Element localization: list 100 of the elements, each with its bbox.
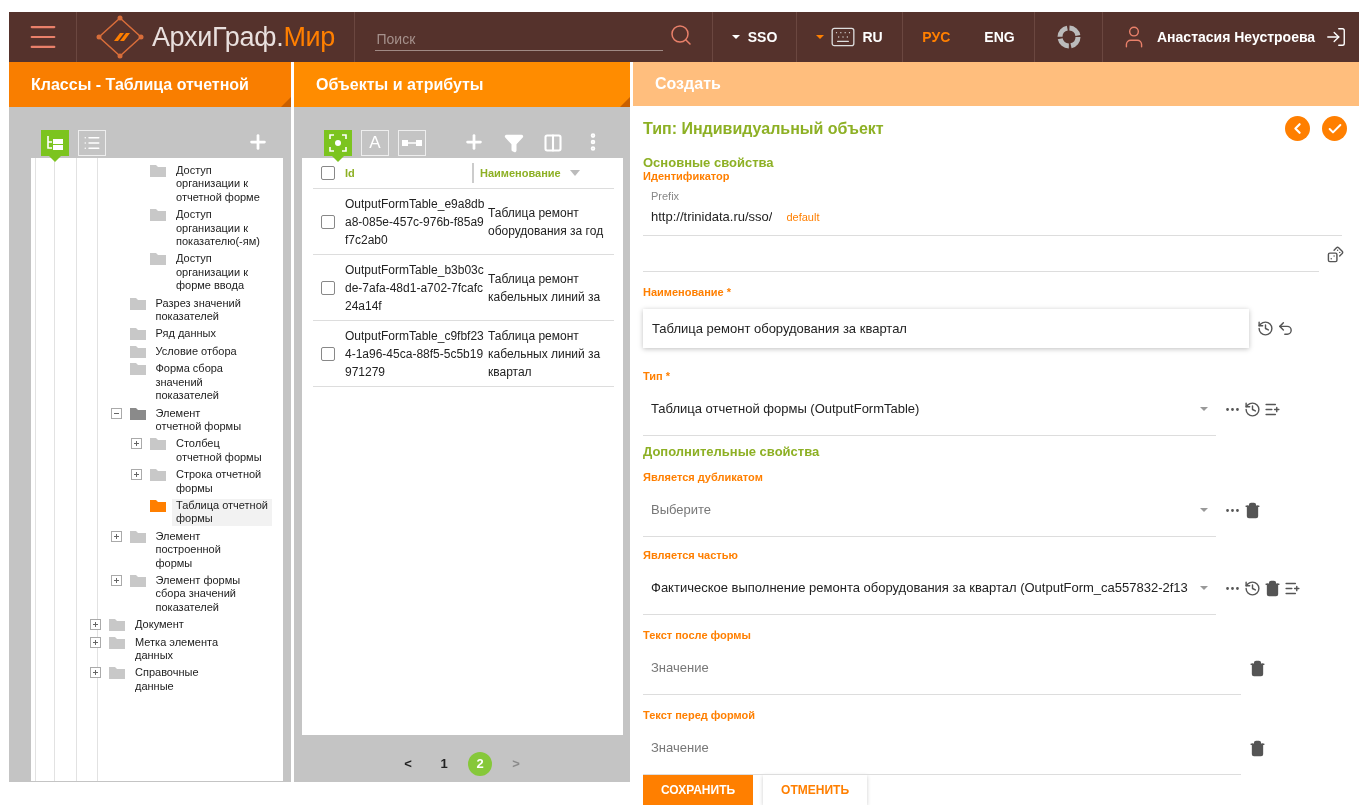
tree-item[interactable]: Доступ организации к форме ввода [172, 252, 272, 293]
floating-label: Prefix [651, 190, 681, 202]
row-checkbox[interactable] [321, 214, 335, 229]
folder-icon [129, 344, 146, 358]
logo-icon [95, 15, 144, 59]
tree-item[interactable]: Доступ организации к показателю(-ям) [172, 208, 272, 249]
tree-item[interactable]: Форма сбора значений показателей [151, 362, 252, 403]
tree-item[interactable]: Элемент формы сбора значений показателей [151, 573, 252, 615]
field-value: http://trinidata.ru/sso/ [651, 209, 773, 224]
expand-icon[interactable] [110, 574, 122, 586]
field-label: Тип * [643, 370, 672, 382]
search-field[interactable]: Поиск [374, 31, 663, 51]
folder-icon [129, 362, 146, 376]
field-label: Является дубликатом [643, 471, 764, 483]
repository-dropdown[interactable]: SSO [731, 29, 778, 45]
tree-item[interactable]: Документ [131, 618, 231, 632]
tree-item[interactable]: Метка элемента данных [131, 635, 231, 663]
brand-name: АрхиГраф.Мир [151, 21, 336, 53]
folder-icon [150, 164, 166, 177]
tree-item[interactable]: Строка отчетной формы [172, 468, 272, 495]
folder-icon [109, 635, 125, 649]
tree-item[interactable]: Доступ организации к отчетной форме [172, 164, 272, 205]
folder-icon [150, 468, 166, 482]
expand-icon[interactable] [131, 469, 142, 481]
tree-icon [46, 135, 64, 151]
table-cell-text: OutputFormTable_e9a8dba8-085e-457c-976b-f85a9f7c2ab0 [345, 195, 485, 249]
field-value: Таблица отчетной формы (OutputFormTable) [651, 401, 920, 416]
folder-icon [150, 208, 166, 222]
folder-icon [129, 296, 146, 310]
tree-item[interactable]: Элемент построенной формы [151, 529, 252, 570]
table-cell-text: OutputFormTable_c9fbf234-1a96-45ca-88f5-5c5b19971279 [345, 327, 485, 381]
field-value: Таблица ремонт оборудования за квартал [652, 320, 907, 336]
select-field[interactable]: Выберите [643, 483, 1216, 537]
list-icon [83, 134, 101, 152]
table-cell-text: Таблица ремонт кабельных линий за квартал [488, 327, 602, 381]
input-field[interactable]: Значение [643, 641, 1241, 695]
search-icon[interactable] [668, 23, 693, 47]
form-heading: Тип: Индивидуальный объект [643, 119, 884, 138]
folder-icon [129, 529, 146, 543]
user-name: Анастасия Неустроева [1157, 29, 1316, 45]
folder-icon [150, 252, 166, 266]
folder-icon [109, 618, 125, 632]
field-placeholder: Значение [651, 740, 709, 755]
tree-item[interactable]: Ряд данных [151, 327, 252, 341]
field-label: Наименование * [643, 286, 733, 298]
row-checkbox[interactable] [321, 346, 335, 361]
tree-item[interactable]: Справочные данные [131, 666, 231, 694]
default-tag: default [786, 210, 820, 223]
expand-icon[interactable] [90, 619, 101, 631]
expand-icon[interactable] [131, 438, 142, 450]
section-title: Основные свойства [643, 155, 775, 170]
loader-icon [1056, 25, 1081, 49]
panel-title: Создать [655, 75, 721, 93]
row-checkbox[interactable] [321, 280, 335, 295]
folder-icon [150, 437, 166, 451]
previous-page-button[interactable]: < [396, 751, 420, 776]
field-placeholder: Выберите [651, 502, 712, 517]
confirm-button[interactable] [1322, 116, 1347, 141]
history-icon[interactable] [1244, 579, 1261, 597]
history-icon[interactable] [1244, 400, 1261, 418]
collapse-icon[interactable] [110, 407, 122, 419]
tree-item[interactable]: Условие отбора [151, 344, 252, 359]
panel-title: Классы - Таблица отчетной [31, 75, 249, 94]
trash-icon[interactable] [1264, 579, 1281, 597]
folder-icon [129, 406, 146, 420]
dice-icon[interactable] [1327, 245, 1344, 263]
panel-title: Объекты и атрибуты [316, 75, 484, 94]
trash-icon[interactable] [1244, 501, 1261, 519]
field-label: Является частью [643, 549, 739, 561]
language-option[interactable]: ENG [975, 29, 1024, 45]
tree-item[interactable]: Разрез значений показателей [151, 296, 252, 324]
trash-icon[interactable] [1249, 739, 1266, 757]
page-button[interactable]: 1 [432, 751, 456, 776]
tree-item[interactable]: Элемент отчетной формы [151, 406, 252, 434]
prefix-field[interactable]: Prefix http://trinidata.ru/sso/ default [643, 184, 1342, 236]
input-field[interactable]: Таблица ремонт оборудования за квартал [643, 308, 1249, 348]
select-all-checkbox[interactable] [321, 166, 335, 180]
tree-item[interactable]: Столбец отчетной формы [172, 437, 272, 465]
tree-item[interactable]: Таблица отчетной формы [172, 498, 272, 526]
table-cell-text: Таблица ремонт кабельных линий за [488, 270, 602, 306]
field-label: Текст перед формой [643, 709, 757, 721]
folder-icon [150, 498, 166, 512]
language-option[interactable]: РУС [913, 29, 960, 45]
expand-icon[interactable] [90, 636, 101, 648]
logout-icon[interactable] [1325, 26, 1348, 48]
folder-icon [109, 666, 125, 680]
field-placeholder: Значение [651, 660, 709, 675]
expand-icon[interactable] [110, 530, 122, 542]
target-icon [329, 134, 347, 152]
back-button[interactable] [1285, 116, 1310, 141]
keyboard-dropdown[interactable]: RU [816, 24, 883, 50]
select-field[interactable]: Таблица отчетной формы (OutputFormTable) [643, 382, 1216, 436]
select-field[interactable]: Фактическое выполнение ремонта оборудования за квартал (OutputForm_ca557832-2f13 [643, 561, 1216, 615]
field-label: Текст после формы [643, 629, 752, 641]
undo-icon[interactable] [1277, 319, 1294, 337]
link-icon [402, 139, 422, 147]
trash-icon[interactable] [1249, 659, 1266, 677]
history-icon[interactable] [1257, 319, 1274, 337]
expand-icon[interactable] [90, 667, 101, 679]
table-cell-text: OutputFormTable_b3b03cde-7afa-48d1-a702-7fcafc24a14f [345, 261, 485, 315]
